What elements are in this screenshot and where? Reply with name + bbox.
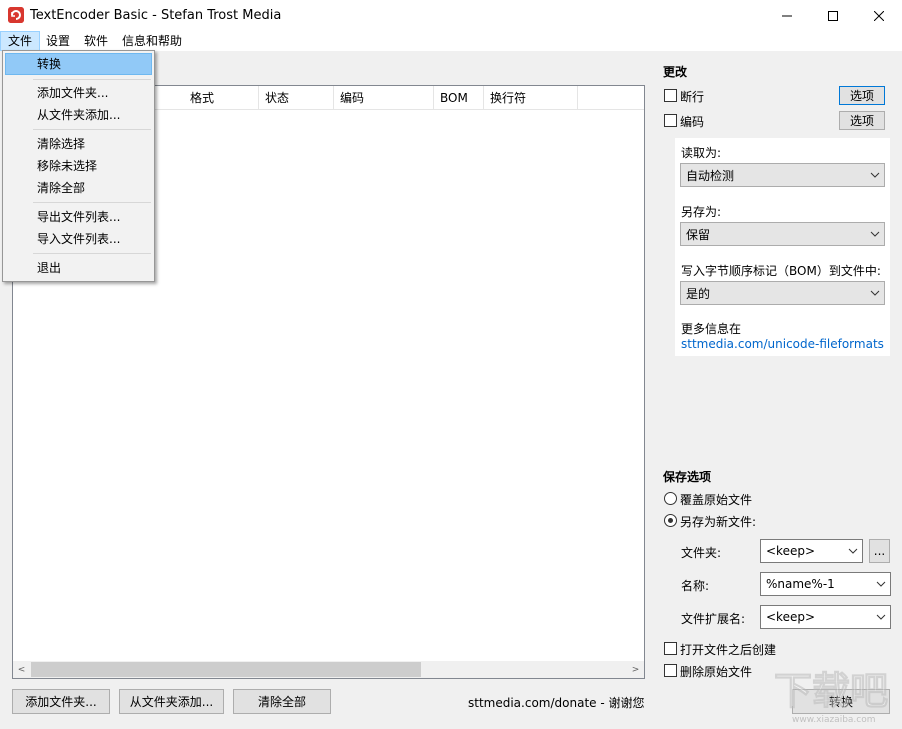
menu-item-clear-all[interactable]: 清除全部: [5, 177, 152, 199]
menu-separator: [33, 79, 151, 80]
bom-label: 写入字节顺序标记（BOM）到文件中:: [681, 264, 881, 278]
chevron-down-icon: [866, 282, 884, 304]
extension-select[interactable]: <keep>: [760, 605, 891, 629]
menu-item-convert[interactable]: 转换: [5, 53, 152, 75]
bom-value: 是的: [686, 286, 711, 301]
open-after-checkbox[interactable]: [664, 642, 677, 655]
menu-separator: [33, 129, 151, 130]
name-label: 名称:: [681, 579, 710, 593]
watermark-logo: 下载吧 www.xiazaiba.com: [770, 660, 900, 726]
column-header-bom[interactable]: BOM: [434, 86, 484, 110]
menu-separator: [33, 202, 151, 203]
scroll-right-arrow-icon[interactable]: >: [627, 661, 644, 678]
donate-link[interactable]: sttmedia.com/donate - 谢谢您: [468, 694, 645, 711]
add-from-folder-button[interactable]: 从文件夹添加...: [119, 689, 224, 714]
horizontal-scrollbar[interactable]: < >: [13, 661, 644, 678]
read-as-value: 自动检测: [686, 168, 735, 183]
overwrite-label: 覆盖原始文件: [680, 493, 753, 507]
title-bar[interactable]: TextEncoder Basic - Stefan Trost Media: [0, 0, 902, 31]
read-as-select[interactable]: 自动检测: [680, 163, 885, 187]
menu-item-import-list[interactable]: 导入文件列表...: [5, 228, 152, 250]
svg-text:下载吧: 下载吧: [774, 669, 888, 713]
column-header-linebreak[interactable]: 换行符: [484, 86, 578, 110]
unicode-fileformats-link[interactable]: sttmedia.com/unicode-fileformats: [681, 337, 884, 351]
overwrite-radio[interactable]: [664, 492, 677, 505]
clear-all-button[interactable]: 清除全部: [233, 689, 331, 714]
save-as-select[interactable]: 保留: [680, 222, 885, 246]
svg-text:www.xiazaiba.com: www.xiazaiba.com: [792, 715, 876, 725]
chevron-down-icon: [866, 223, 884, 245]
menu-item-add-from-folder[interactable]: 从文件夹添加...: [5, 104, 152, 126]
menu-item-exit[interactable]: 退出: [5, 257, 152, 279]
name-value: %name%-1: [766, 577, 835, 591]
scroll-thumb[interactable]: [31, 662, 421, 677]
folder-label: 文件夹:: [681, 546, 722, 560]
folder-value: <keep>: [766, 544, 816, 558]
encoding-checkbox[interactable]: [664, 114, 677, 127]
maximize-icon: [828, 10, 838, 21]
save-new-label: 另存为新文件:: [680, 515, 757, 529]
close-icon: [874, 10, 884, 21]
linebreak-label: 断行: [680, 90, 705, 104]
file-menu-dropdown: 转换 添加文件夹... 从文件夹添加... 清除选择 移除未选择 清除全部 导出…: [2, 50, 155, 282]
change-heading: 更改: [663, 65, 688, 79]
bom-select[interactable]: 是的: [680, 281, 885, 305]
chevron-down-icon: [872, 573, 890, 595]
add-folder-button[interactable]: 添加文件夹...: [12, 689, 110, 714]
app-icon: [8, 7, 24, 23]
window-title: TextEncoder Basic - Stefan Trost Media: [30, 8, 282, 23]
menu-item-add-folder[interactable]: 添加文件夹...: [5, 82, 152, 104]
menu-software[interactable]: 软件: [77, 31, 115, 51]
column-header-status[interactable]: 状态: [259, 86, 334, 110]
menu-settings[interactable]: 设置: [39, 31, 77, 51]
delete-original-label: 删除原始文件: [680, 665, 753, 679]
save-as-value: 保留: [686, 227, 711, 242]
chevron-down-icon: [872, 606, 890, 628]
maximize-button[interactable]: [810, 0, 856, 31]
linebreak-options-button[interactable]: 选项: [839, 86, 885, 105]
scroll-left-arrow-icon[interactable]: <: [13, 661, 30, 678]
menu-item-remove-unselected[interactable]: 移除未选择: [5, 155, 152, 177]
save-options-heading: 保存选项: [663, 470, 712, 484]
more-info-label: 更多信息在: [681, 322, 742, 336]
save-new-radio[interactable]: [664, 514, 677, 527]
menu-separator: [33, 253, 151, 254]
menu-item-export-list[interactable]: 导出文件列表...: [5, 206, 152, 228]
chevron-down-icon: [844, 540, 862, 562]
menu-item-clear-selection[interactable]: 清除选择: [5, 133, 152, 155]
menu-help[interactable]: 信息和帮助: [115, 31, 189, 51]
column-header-format[interactable]: 格式: [184, 86, 259, 110]
minimize-icon: [782, 15, 792, 16]
delete-original-checkbox[interactable]: [664, 664, 677, 677]
browse-folder-button[interactable]: ...: [869, 539, 890, 563]
menu-bar: 文件 设置 软件 信息和帮助: [0, 31, 902, 51]
folder-select[interactable]: <keep>: [760, 539, 863, 563]
extension-label: 文件扩展名:: [681, 612, 746, 626]
minimize-button[interactable]: [764, 0, 810, 31]
extension-value: <keep>: [766, 610, 816, 624]
open-after-label: 打开文件之后创建: [680, 643, 777, 657]
close-button[interactable]: [856, 0, 902, 31]
name-select[interactable]: %name%-1: [760, 572, 891, 596]
read-as-label: 读取为:: [681, 146, 722, 160]
encoding-label: 编码: [680, 115, 705, 129]
menu-file[interactable]: 文件: [0, 31, 41, 51]
encoding-options-button[interactable]: 选项: [839, 111, 885, 130]
save-as-label: 另存为:: [681, 205, 722, 219]
linebreak-checkbox[interactable]: [664, 89, 677, 102]
column-header-encoding[interactable]: 编码: [334, 86, 434, 110]
encoding-panel: 读取为: 自动检测 另存为: 保留 写入字节顺序标记（BOM）到文件中: 是的 …: [675, 138, 890, 356]
chevron-down-icon: [866, 164, 884, 186]
